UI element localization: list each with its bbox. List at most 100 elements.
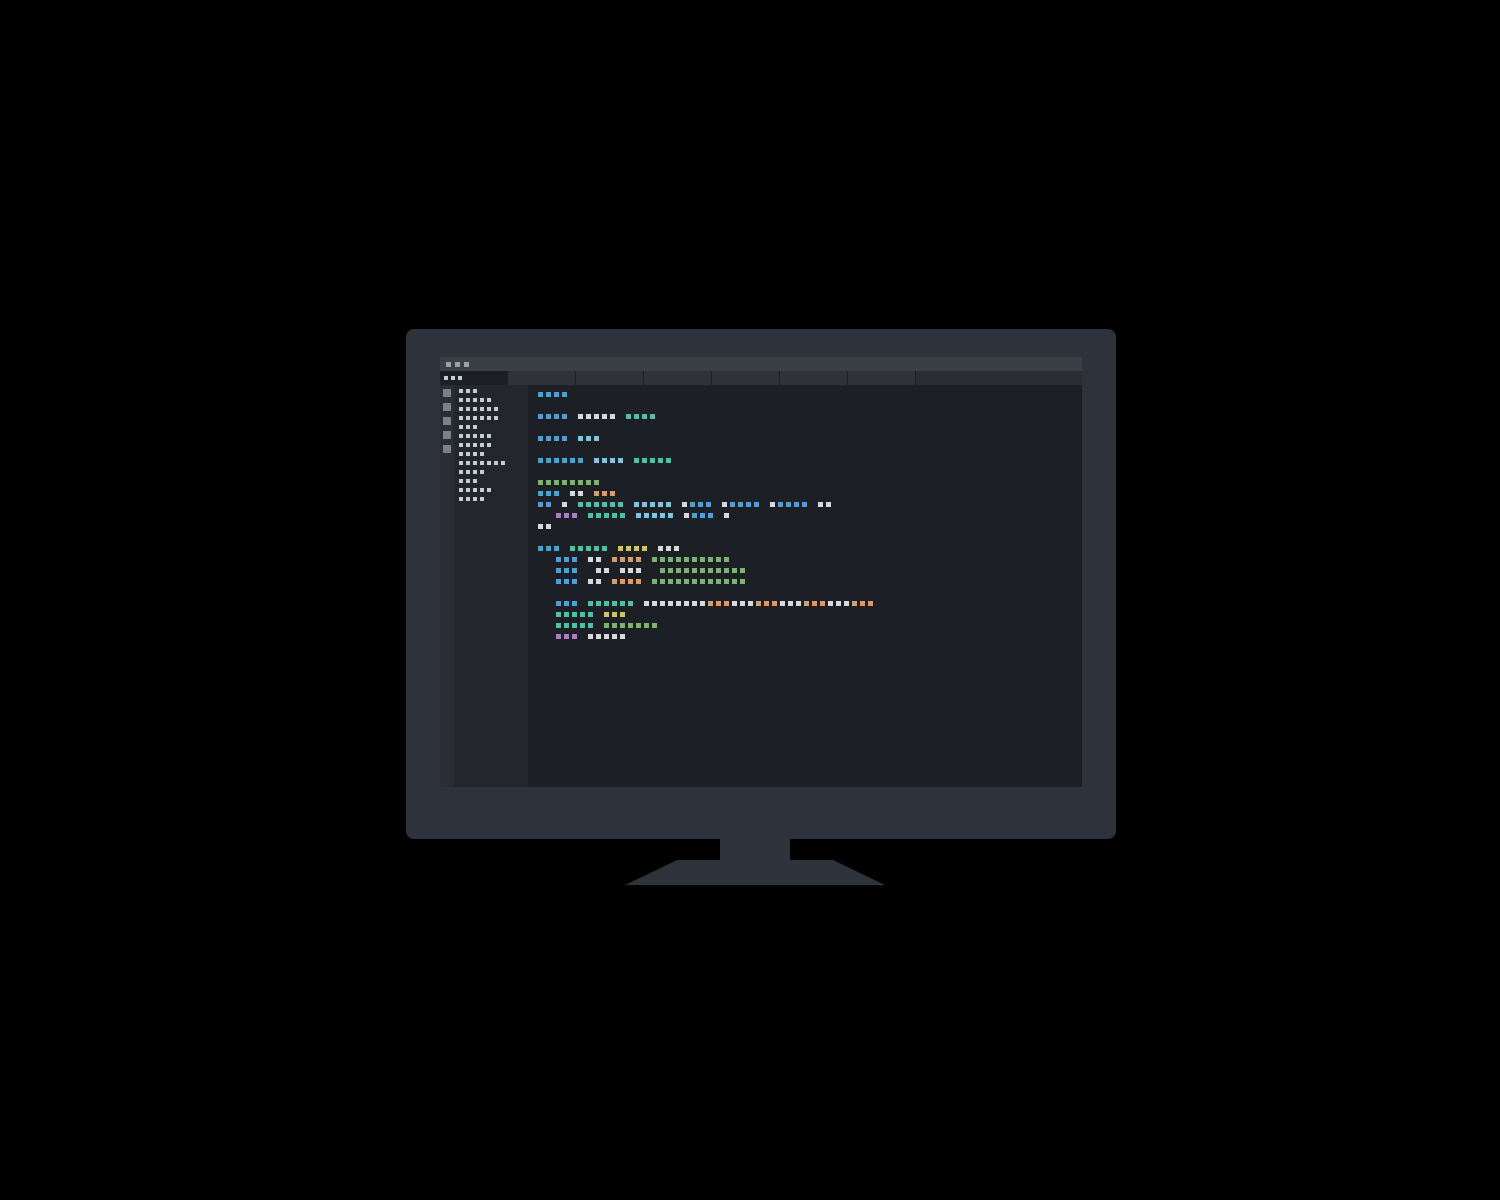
code-token: [546, 392, 551, 397]
code-token: [732, 579, 737, 584]
code-token: [620, 557, 625, 562]
code-token: [652, 601, 657, 606]
file-item[interactable]: [459, 425, 523, 429]
code-token: [666, 458, 671, 463]
code-token: [546, 524, 551, 529]
file-item[interactable]: [459, 452, 523, 456]
editor-tab[interactable]: [780, 371, 848, 385]
code-line: [538, 589, 1072, 595]
editor-tab[interactable]: [848, 371, 916, 385]
code-token: [602, 502, 607, 507]
editor-tab[interactable]: [576, 371, 644, 385]
code-token: [586, 436, 591, 441]
file-item[interactable]: [459, 398, 523, 402]
file-item[interactable]: [459, 434, 523, 438]
main-area: [440, 385, 1082, 787]
code-token: [596, 634, 601, 639]
code-token: [676, 557, 681, 562]
editor-tab[interactable]: [644, 371, 712, 385]
code-token: [794, 502, 799, 507]
code-line: [538, 446, 1072, 452]
code-token: [658, 502, 663, 507]
code-token: [634, 546, 639, 551]
code-token: [692, 568, 697, 573]
code-token: [754, 502, 759, 507]
code-token: [636, 513, 641, 518]
code-token: [746, 502, 751, 507]
code-token: [708, 601, 713, 606]
code-token: [564, 623, 569, 628]
code-token: [724, 579, 729, 584]
code-token: [586, 480, 591, 485]
code-token: [554, 480, 559, 485]
file-item[interactable]: [459, 407, 523, 411]
code-token: [684, 513, 689, 518]
code-token: [634, 502, 639, 507]
window-control-dot[interactable]: [446, 362, 451, 367]
activity-icon[interactable]: [443, 403, 451, 411]
file-item[interactable]: [459, 461, 523, 465]
code-token: [556, 612, 561, 617]
code-token: [618, 502, 623, 507]
file-item[interactable]: [459, 497, 523, 501]
code-token: [826, 502, 831, 507]
file-item[interactable]: [459, 470, 523, 474]
window-control-dot[interactable]: [464, 362, 469, 367]
code-token: [588, 513, 593, 518]
code-token: [698, 502, 703, 507]
code-token: [602, 491, 607, 496]
code-token: [618, 546, 623, 551]
code-token: [724, 601, 729, 606]
code-token: [690, 502, 695, 507]
code-token: [868, 601, 873, 606]
activity-icon[interactable]: [443, 445, 451, 453]
file-item[interactable]: [459, 443, 523, 447]
file-item[interactable]: [459, 389, 523, 393]
code-token: [818, 502, 823, 507]
code-line: [538, 611, 1072, 617]
code-token: [626, 414, 631, 419]
code-token: [636, 568, 641, 573]
editor-tab[interactable]: [508, 371, 576, 385]
code-token: [676, 601, 681, 606]
code-token: [708, 513, 713, 518]
file-item[interactable]: [459, 479, 523, 483]
file-item[interactable]: [459, 416, 523, 420]
activity-icon[interactable]: [443, 431, 451, 439]
code-token: [666, 546, 671, 551]
code-token: [570, 480, 575, 485]
code-token: [658, 546, 663, 551]
code-token: [604, 612, 609, 617]
code-token: [538, 480, 543, 485]
code-token: [564, 612, 569, 617]
code-token: [668, 513, 673, 518]
code-token: [674, 546, 679, 551]
code-token: [650, 502, 655, 507]
code-line: [538, 523, 1072, 529]
code-token: [724, 568, 729, 573]
code-token: [588, 634, 593, 639]
editor-tab[interactable]: [440, 371, 508, 385]
code-editor[interactable]: [528, 385, 1082, 787]
code-token: [586, 502, 591, 507]
code-token: [628, 568, 633, 573]
code-token: [684, 568, 689, 573]
code-line: [538, 457, 1072, 463]
window-control-dot[interactable]: [455, 362, 460, 367]
editor-tab[interactable]: [712, 371, 780, 385]
code-token: [700, 513, 705, 518]
code-token: [554, 414, 559, 419]
file-item[interactable]: [459, 488, 523, 492]
code-token: [546, 546, 551, 551]
code-token: [732, 601, 737, 606]
code-token: [770, 502, 775, 507]
code-token: [852, 601, 857, 606]
code-token: [684, 579, 689, 584]
activity-icon[interactable]: [443, 389, 451, 397]
code-token: [594, 436, 599, 441]
code-token: [604, 568, 609, 573]
code-token: [642, 546, 647, 551]
code-token: [642, 458, 647, 463]
activity-icon[interactable]: [443, 417, 451, 425]
code-token: [554, 546, 559, 551]
